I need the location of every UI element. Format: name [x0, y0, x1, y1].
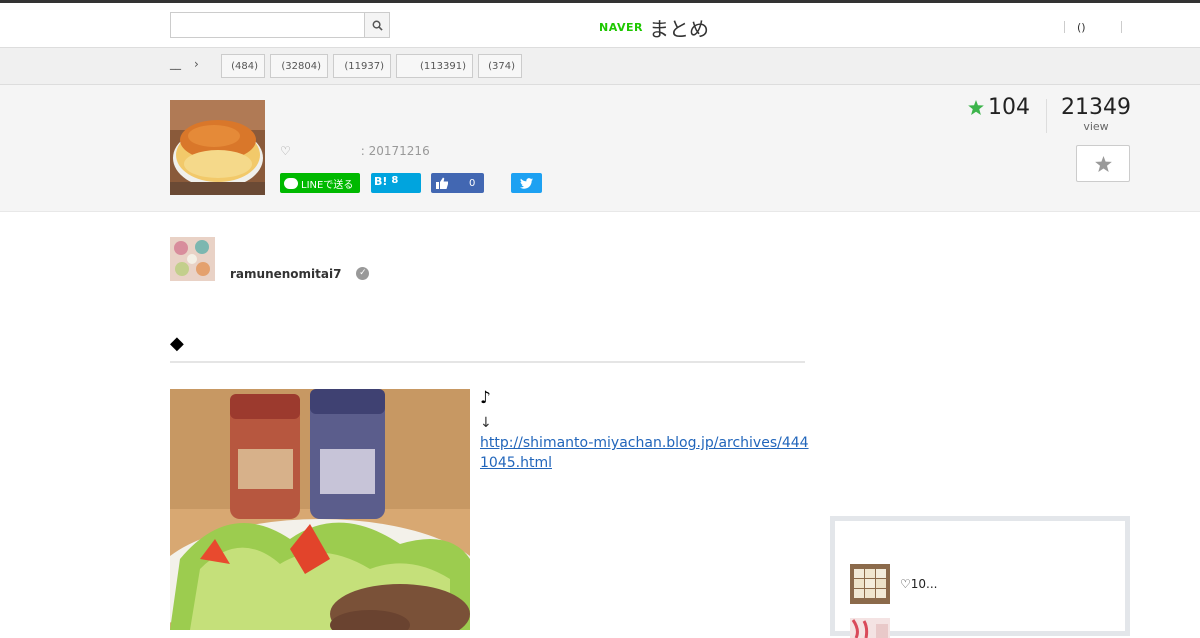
source-link[interactable]: http://shimanto-miyachan.blog.jp/archive… [480, 435, 809, 471]
add-favorite-button[interactable] [1076, 145, 1130, 182]
category-tag[interactable]: (11937) [333, 54, 391, 78]
category-tag[interactable]: (113391) [396, 54, 473, 78]
category-tag[interactable]: (374) [478, 54, 522, 78]
avatar[interactable] [170, 237, 215, 281]
facebook-like-button[interactable]: 0 [431, 173, 484, 193]
divider [1121, 21, 1122, 33]
hatena-icon: B! [374, 175, 388, 188]
content-photo[interactable] [170, 389, 470, 630]
section-heading: ◆ [170, 333, 805, 363]
breadcrumb: __ › [170, 57, 199, 71]
music-note: ♪ [480, 388, 491, 408]
logo-service: まとめ [648, 16, 709, 41]
hatena-bookmark-button[interactable]: B! 8 [371, 173, 421, 193]
login-link[interactable]: () [1065, 21, 1121, 34]
category-list: (484) (32804) (11937) (113391) (374) [221, 54, 522, 78]
article-meta: ♡ : 20171216 [280, 144, 430, 158]
related-thumbnail[interactable] [850, 618, 890, 638]
twitter-icon [520, 177, 533, 189]
chevron-right-icon: › [194, 57, 199, 71]
avatar-image [170, 237, 215, 281]
star-icon [1094, 155, 1112, 172]
view-count: 21349 view [1047, 95, 1131, 133]
breadcrumb-home[interactable]: __ [170, 57, 184, 71]
pudding-image [170, 100, 265, 195]
line-icon [284, 177, 298, 189]
logo-brand: NAVER [599, 20, 643, 34]
top-header: NAVER まとめ () [0, 0, 1200, 48]
author-info: ramunenomitai7 ✓ [170, 237, 370, 281]
verified-icon: ✓ [356, 267, 370, 280]
view-label: view [1083, 120, 1109, 133]
related-title: ♡10... [900, 577, 938, 591]
related-thumbnail [850, 564, 890, 604]
star-icon [968, 100, 984, 115]
category-tag[interactable]: (32804) [270, 54, 328, 78]
article-thumbnail[interactable] [170, 100, 265, 195]
hatena-count: 8 [391, 175, 399, 186]
share-buttons: LINEで送る B! 8 0 [280, 173, 542, 193]
favorite-number: 104 [988, 95, 1030, 120]
category-tag[interactable]: (484) [221, 54, 265, 78]
search-icon [372, 20, 383, 31]
author-name[interactable]: ramunenomitai7 [230, 267, 341, 281]
thumbs-up-icon [436, 177, 448, 189]
article-header: ♡ : 20171216 LINEで送る B! 8 0 104 21349 vi… [0, 85, 1200, 212]
twitter-share-button[interactable] [511, 173, 542, 193]
category-bar: __ › (484) (32804) (11937) (113391) (374… [0, 48, 1200, 85]
related-box: ♡10... [830, 516, 1130, 638]
salad-photo [170, 389, 470, 630]
line-share-button[interactable]: LINEで送る [280, 173, 360, 193]
heart-mark: ♡ [280, 144, 291, 158]
search-input[interactable] [171, 13, 365, 37]
update-date: : 20171216 [360, 144, 430, 158]
related-item[interactable]: ♡10... [850, 564, 937, 604]
favorite-count: 104 [960, 95, 1046, 120]
line-share-label: LINEで送る [301, 179, 354, 191]
view-number: 21349 [1061, 95, 1131, 120]
search-box [170, 12, 390, 38]
facebook-count: 0 [469, 177, 476, 189]
down-arrow: ↓ [480, 415, 492, 431]
content-text: ♪ ↓ http://shimanto-miyachan.blog.jp/arc… [480, 388, 810, 473]
header-account: () [1064, 18, 1122, 36]
site-logo[interactable]: NAVER まとめ [599, 13, 709, 41]
search-button[interactable] [364, 13, 389, 37]
article-stats: 104 21349 view [960, 95, 1131, 135]
